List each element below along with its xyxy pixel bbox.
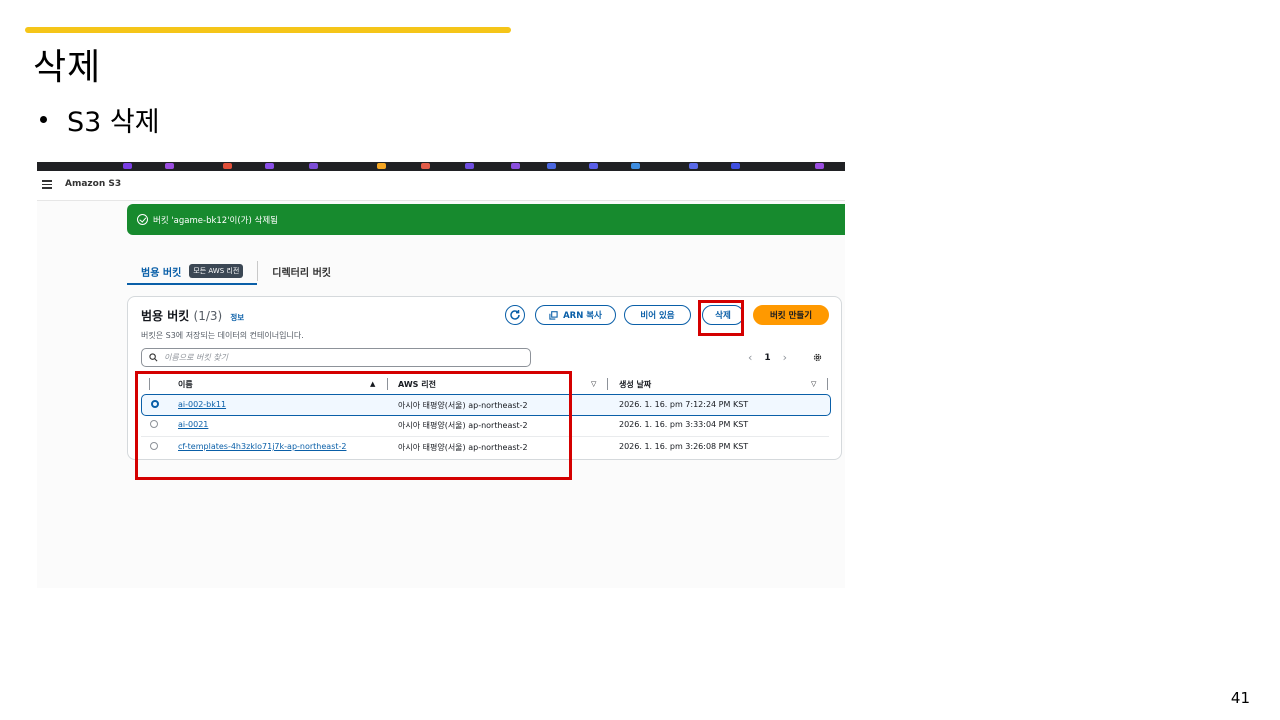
bullet-dot-icon <box>40 116 47 123</box>
delete-highlight-box <box>698 300 744 336</box>
tab-directory-buckets[interactable]: 디렉터리 버킷 <box>258 260 345 282</box>
panel-title: 범용 버킷 (1/3) 정보 <box>141 307 244 324</box>
copy-arn-button[interactable]: ARN 복사 <box>535 305 616 325</box>
copy-icon <box>549 310 558 320</box>
search-placeholder: 이름으로 버킷 찾기 <box>164 353 228 362</box>
create-bucket-button[interactable]: 버킷 만들기 <box>753 305 829 325</box>
sort-icon[interactable]: ▽ <box>591 380 596 388</box>
column-created[interactable]: 생성 날짜 <box>619 379 651 390</box>
selection-count: (1/3) <box>193 309 223 323</box>
bullet-text: S3 삭제 <box>67 107 160 138</box>
accent-bar <box>25 27 511 33</box>
column-divider <box>607 378 608 390</box>
success-flash-banner: 버킷 'agame-bk12'이(가) 삭제됨 <box>127 204 845 235</box>
pagination: ‹ 1 › <box>748 351 787 364</box>
table-highlight-box <box>135 371 572 480</box>
refresh-icon <box>510 310 520 320</box>
bucket-created: 2026. 1. 16. pm 3:26:08 PM KST <box>619 442 749 451</box>
top-navigation: Amazon S3 <box>37 171 845 201</box>
bullet-item: S3 삭제 <box>40 100 160 139</box>
panel-description: 버킷은 S3에 저장되는 데이터의 컨테이너입니다. <box>141 331 304 340</box>
search-icon <box>149 353 158 362</box>
check-circle-icon <box>137 214 148 225</box>
panel-title-text: 범용 버킷 <box>141 309 190 323</box>
refresh-button[interactable] <box>505 305 525 325</box>
search-input[interactable]: 이름으로 버킷 찾기 <box>141 348 531 367</box>
bucket-created: 2026. 1. 16. pm 3:33:04 PM KST <box>619 420 749 429</box>
bucket-created: 2026. 1. 16. pm 7:12:24 PM KST <box>619 400 749 409</box>
browser-tab-strip <box>37 162 845 171</box>
tab-label: 범용 버킷 <box>141 267 182 279</box>
copy-arn-label: ARN 복사 <box>563 311 602 321</box>
menu-icon[interactable] <box>42 180 52 189</box>
info-link[interactable]: 정보 <box>230 313 244 322</box>
next-page-icon[interactable]: › <box>783 351 787 364</box>
column-divider <box>827 378 828 390</box>
empty-bucket-button[interactable]: 비어 있음 <box>624 305 691 325</box>
tab-general-buckets[interactable]: 범용 버킷 모든 AWS 리전 <box>127 260 258 285</box>
slide-title: 삭제 <box>33 47 102 88</box>
page-number[interactable]: 1 <box>764 353 770 363</box>
bucket-type-tabs: 범용 버킷 모든 AWS 리전 디렉터리 버킷 <box>127 258 345 285</box>
service-name: Amazon S3 <box>65 179 122 189</box>
tab-label: 디렉터리 버킷 <box>272 267 331 279</box>
flash-message: 버킷 'agame-bk12'이(가) 삭제됨 <box>153 215 278 226</box>
sort-icon[interactable]: ▽ <box>811 380 816 388</box>
page-number: 41 <box>1230 689 1250 707</box>
console-screenshot: Amazon S3 버킷 'agame-bk12'이(가) 삭제됨 범용 버킷 … <box>37 162 845 588</box>
prev-page-icon[interactable]: ‹ <box>748 351 752 364</box>
all-regions-badge: 모든 AWS 리전 <box>189 264 244 278</box>
gear-icon[interactable] <box>812 352 823 363</box>
